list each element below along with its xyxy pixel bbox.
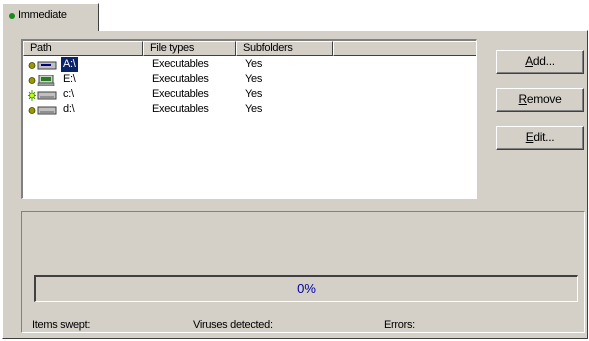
path-cell: E:\: [63, 73, 76, 85]
file-types-cell: Executables: [152, 73, 209, 85]
progress-bar: 0%: [34, 275, 578, 302]
list-item[interactable]: d:\ Executables Yes: [23, 102, 476, 117]
subfolders-cell: Yes: [245, 73, 263, 85]
items-swept-label: Items swept:: [32, 319, 91, 331]
tab-label: Immediate: [18, 9, 67, 21]
subfolders-cell: Yes: [245, 103, 263, 115]
file-types-cell: Executables: [152, 58, 209, 70]
file-types-cell: Executables: [152, 103, 209, 115]
subfolders-cell: Yes: [245, 58, 263, 70]
list-item[interactable]: E:\ Executables Yes: [23, 72, 476, 87]
scan-path-list[interactable]: Path File types Subfolders A:\ Executabl…: [21, 39, 477, 199]
tab-panel: Path File types Subfolders A:\ Executabl…: [2, 30, 588, 339]
column-header-path[interactable]: Path: [23, 41, 143, 56]
column-header-filler: [333, 41, 476, 56]
path-cell: c:\: [63, 88, 74, 100]
hard-drive-icon: [28, 106, 57, 115]
status-dot-icon: [9, 13, 15, 19]
scan-status-panel: 0% Items swept: Viruses detected: Errors…: [21, 211, 585, 333]
remove-button-mnemonic: R: [518, 92, 528, 106]
hard-drive-icon: [28, 90, 57, 101]
floppy-drive-icon: [28, 61, 57, 70]
add-button-mnemonic: A: [525, 54, 533, 68]
file-types-cell: Executables: [152, 88, 209, 100]
edit-button[interactable]: Edit...: [496, 126, 584, 150]
list-item[interactable]: A:\ Executables Yes: [23, 56, 476, 73]
subfolders-cell: Yes: [245, 88, 263, 100]
edit-button-label: dit...: [533, 130, 555, 144]
list-rows: A:\ Executables Yes E:\ Executables Yes: [23, 56, 476, 117]
column-header-subfolders[interactable]: Subfolders: [236, 41, 333, 56]
errors-label: Errors:: [384, 319, 415, 331]
column-header-file-types[interactable]: File types: [143, 41, 236, 56]
add-button-label: dd...: [532, 54, 555, 68]
add-button[interactable]: Add...: [496, 50, 584, 74]
path-cell: d:\: [63, 103, 75, 115]
remove-button-label: emove: [526, 92, 562, 106]
progress-label: 0%: [297, 281, 316, 296]
remove-button[interactable]: Remove: [496, 88, 584, 112]
list-item[interactable]: c:\ Executables Yes: [23, 87, 476, 102]
list-header: Path File types Subfolders: [23, 41, 476, 56]
path-cell: A:\: [60, 56, 79, 73]
viruses-detected-label: Viruses detected:: [193, 319, 273, 331]
tab-immediate[interactable]: Immediate: [2, 3, 99, 31]
network-drive-icon: [28, 75, 55, 86]
